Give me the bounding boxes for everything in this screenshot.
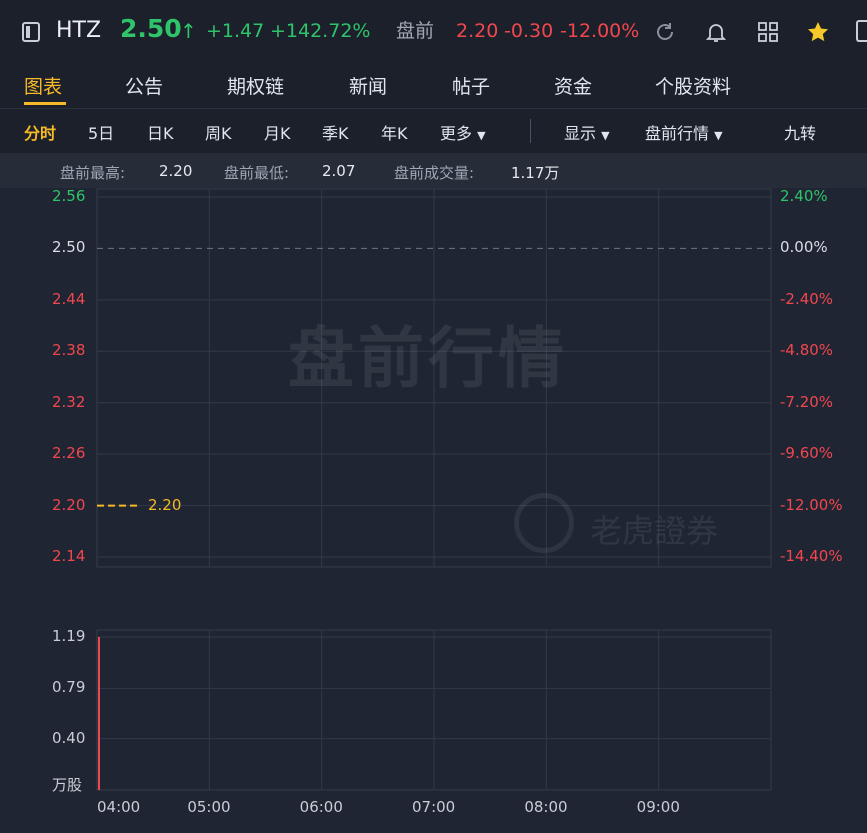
volume-tick-label: 0.79 <box>52 678 86 697</box>
y-tick-label: 2.44 <box>52 289 86 308</box>
y-pct-tick-label: -2.40% <box>780 289 834 308</box>
y-pct-tick-label: -7.20% <box>780 392 834 411</box>
y-tick-label: 2.26 <box>52 444 86 463</box>
x-tick-label: 07:00 <box>412 798 456 816</box>
y-tick-label: 2.14 <box>52 547 86 565</box>
y-tick-label: 2.56 <box>52 187 86 205</box>
brand-logo-icon <box>514 493 574 553</box>
current-price-label: 2.20 <box>148 495 182 514</box>
y-tick-label: 2.50 <box>52 238 86 257</box>
volume-tick-label: 0.40 <box>52 728 86 747</box>
brand-watermark: 老虎證券 <box>590 512 719 550</box>
y-pct-tick-label: -14.40% <box>780 547 843 565</box>
y-pct-tick-label: -4.80% <box>780 341 834 360</box>
y-tick-label: 2.38 <box>52 341 86 360</box>
x-tick-label: 05:00 <box>187 798 231 816</box>
y-tick-label: 2.20 <box>52 495 86 514</box>
y-pct-tick-label: -9.60% <box>780 444 834 463</box>
y-pct-tick-label: -12.00% <box>780 495 843 514</box>
session-watermark: 盘前行情 <box>288 320 568 397</box>
x-tick-label: 04:00 <box>97 798 141 816</box>
volume-tick-label: 1.19 <box>52 627 86 645</box>
volume-unit-label: 万股 <box>52 776 83 794</box>
x-tick-label: 08:00 <box>524 798 568 816</box>
y-tick-label: 2.32 <box>52 392 86 411</box>
intraday-chart[interactable] <box>0 0 867 833</box>
x-tick-label: 06:00 <box>299 798 343 816</box>
x-tick-label: 09:00 <box>636 798 680 816</box>
y-pct-tick-label: 0.00% <box>780 238 828 257</box>
y-pct-tick-label: 2.40% <box>780 187 828 205</box>
